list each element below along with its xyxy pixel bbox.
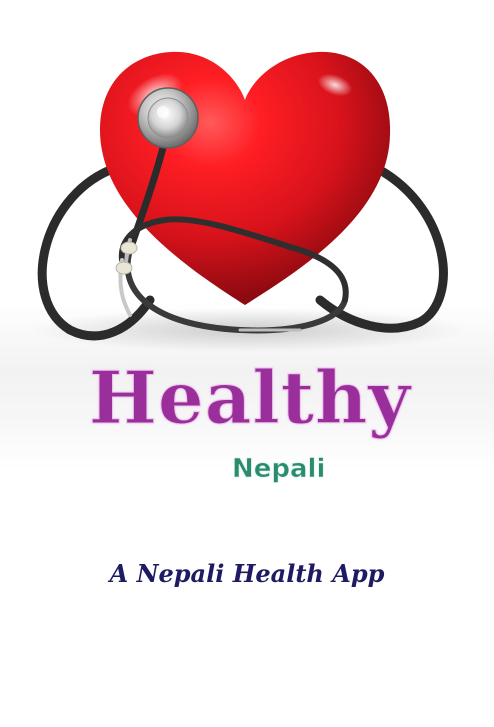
- splash-screen: Healthy Nepali A Nepali Health App: [0, 0, 494, 727]
- app-title: Healthy: [88, 355, 412, 440]
- heart-stethoscope-icon: [30, 51, 470, 352]
- app-tagline: A Nepali Health App: [109, 559, 385, 588]
- app-subtitle: Nepali: [232, 454, 326, 484]
